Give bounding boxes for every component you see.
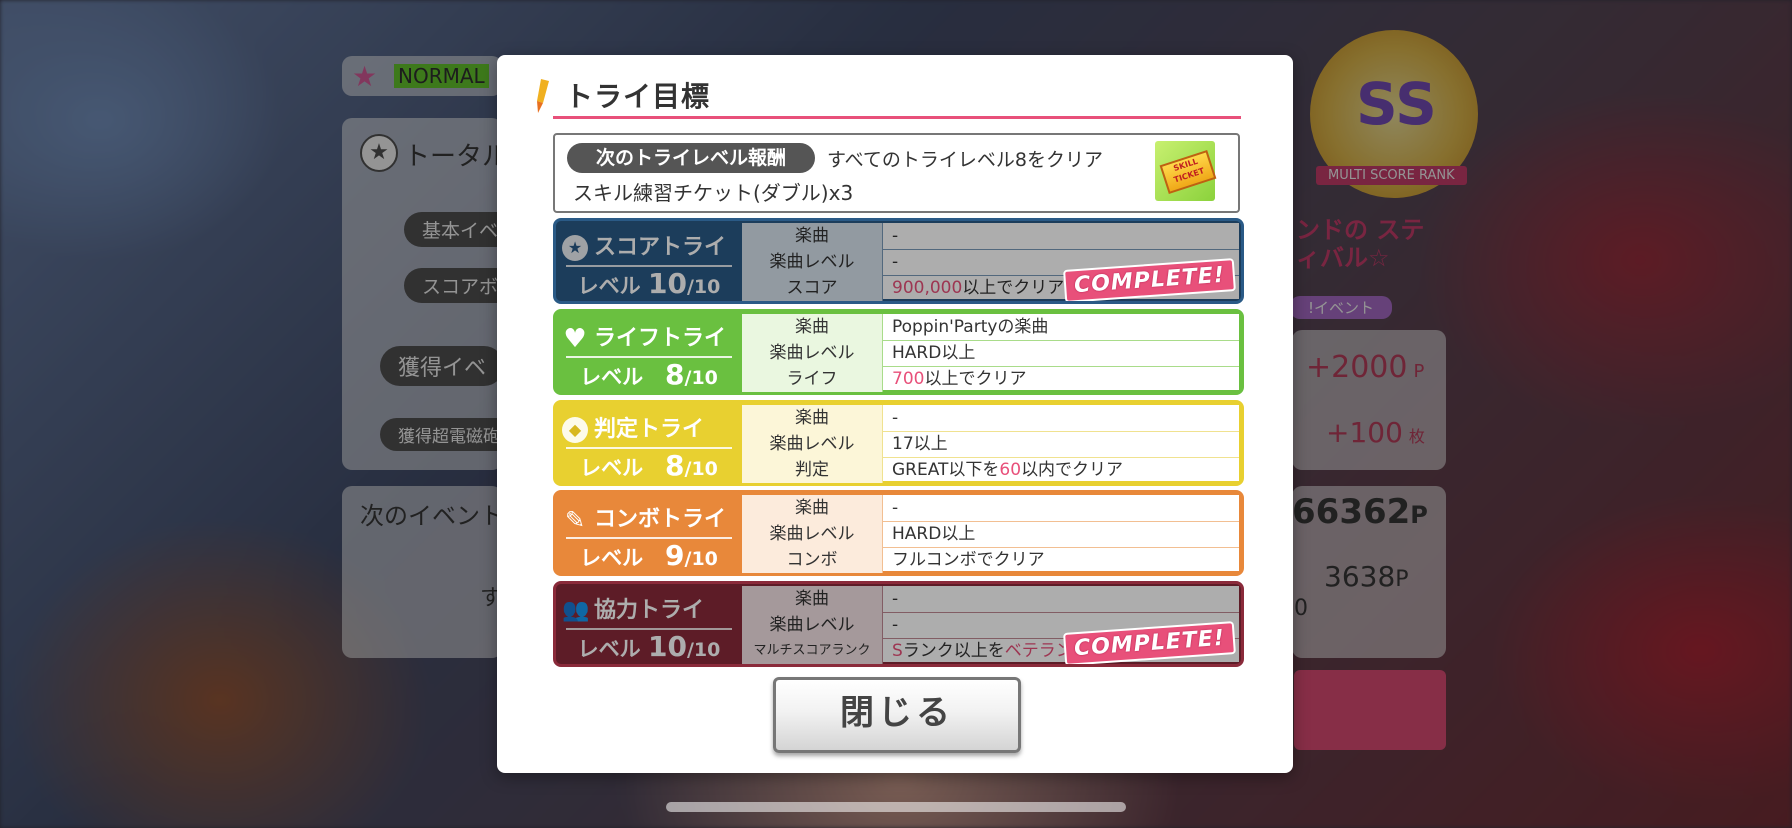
condition-value: HARD以上 xyxy=(892,343,976,363)
condition-key: 判定 xyxy=(742,457,883,483)
condition-value: HARD以上 xyxy=(892,524,976,544)
condition-value: 700以上でクリア xyxy=(892,369,1027,389)
try-level: レベル 8/10 xyxy=(556,358,742,391)
ticket-text: SKILL TICKET xyxy=(1159,150,1217,194)
judge-try: ◆ 判定トライ レベル 8/10 楽曲 - 楽曲レベル 17以上 判定 GREAT以下を… xyxy=(553,400,1244,486)
score-try: ★ スコアトライ レベル 10/10 楽曲 - 楽曲レベル - スコア 900,000以… xyxy=(553,218,1244,304)
modal-title: トライ目標 xyxy=(565,80,711,113)
condition-key: ライフ xyxy=(742,366,883,392)
reward-label: 次のトライレベル報酬 xyxy=(567,143,815,173)
heart-icon: ♥ xyxy=(563,324,587,354)
condition-value: 17以上 xyxy=(892,434,948,454)
condition-value: フルコンボでクリア xyxy=(892,550,1045,570)
diamond-icon: ◆ xyxy=(562,417,588,443)
condition-row: 判定 GREAT以下を60以内でクリア xyxy=(742,457,1239,483)
level-value: 8 xyxy=(665,358,685,391)
condition-value: Poppin'Partyの楽曲 xyxy=(892,317,1049,337)
condition-row: コンボ フルコンボでクリア xyxy=(742,547,1239,573)
condition-value: - xyxy=(892,408,899,428)
condition-key: 楽曲レベル xyxy=(742,431,883,457)
try-header: ✎ コンボトライ レベル 9/10 xyxy=(556,493,742,573)
reward-box: 次のトライレベル報酬 すべてのトライレベル8をクリア スキル練習チケット(ダブル… xyxy=(553,133,1240,213)
try-level: レベル 9/10 xyxy=(556,539,742,572)
level-max: /10 xyxy=(684,367,718,389)
try-conditions: 楽曲 - 楽曲レベル HARD以上 コンボ フルコンボでクリア xyxy=(742,495,1239,573)
level-value: 9 xyxy=(665,539,685,572)
try-conditions: 楽曲 Poppin'Partyの楽曲 楽曲レベル HARD以上 ライフ 700以上でク… xyxy=(742,314,1239,392)
condition-value: - xyxy=(892,498,899,518)
try-name: ♥ ライフトライ xyxy=(562,320,734,352)
condition-row: 楽曲 Poppin'Partyの楽曲 xyxy=(742,314,1239,341)
level-max: /10 xyxy=(684,548,718,570)
level-value: 8 xyxy=(665,449,685,482)
coop-try: 👥 協力トライ レベル 10/10 楽曲 - 楽曲レベル - マルチスコアランク Sラン… xyxy=(553,581,1244,667)
try-name-label: コンボトライ xyxy=(594,507,727,532)
level-max: /10 xyxy=(684,458,718,480)
condition-key: コンボ xyxy=(742,547,883,573)
level-prefix: レベル xyxy=(580,546,644,570)
pen-icon xyxy=(537,79,549,113)
condition-row: 楽曲 - xyxy=(742,495,1239,522)
reward-item: スキル練習チケット(ダブル)x3 xyxy=(573,181,854,205)
pen-icon: ✎ xyxy=(564,506,586,534)
title-underline xyxy=(553,116,1241,119)
condition-key: 楽曲レベル xyxy=(742,340,883,366)
try-header: ♥ ライフトライ レベル 8/10 xyxy=(556,312,742,392)
condition-key: 楽曲 xyxy=(742,495,883,521)
try-conditions: 楽曲 - 楽曲レベル 17以上 判定 GREAT以下を60以内でクリア xyxy=(742,405,1239,483)
life-try: ♥ ライフトライ レベル 8/10 楽曲 Poppin'Partyの楽曲 楽曲レベル… xyxy=(553,309,1244,395)
try-level: レベル 8/10 xyxy=(556,449,742,482)
close-button[interactable]: 閉じる xyxy=(773,677,1021,753)
condition-row: 楽曲レベル HARD以上 xyxy=(742,521,1239,548)
level-prefix: レベル xyxy=(580,365,644,389)
condition-value: GREAT以下を60以内でクリア xyxy=(892,460,1124,480)
level-prefix: レベル xyxy=(580,456,644,480)
home-indicator[interactable] xyxy=(666,802,1126,812)
try-name: ✎ コンボトライ xyxy=(562,501,734,533)
try-goal-modal: トライ目標 次のトライレベル報酬 すべてのトライレベル8をクリア スキル練習チケ… xyxy=(497,55,1293,773)
condition-row: 楽曲レベル 17以上 xyxy=(742,431,1239,458)
skill-ticket-icon: SKILL TICKET xyxy=(1155,141,1217,201)
condition-key: 楽曲 xyxy=(742,314,883,340)
try-header: ◆ 判定トライ レベル 8/10 xyxy=(556,403,742,483)
try-name: ◆ 判定トライ xyxy=(562,411,734,443)
reward-condition: すべてのトライレベル8をクリア xyxy=(827,149,1103,171)
condition-row: 楽曲レベル HARD以上 xyxy=(742,340,1239,367)
combo-try: ✎ コンボトライ レベル 9/10 楽曲 - 楽曲レベル HARD以上 コンボ フルコン… xyxy=(553,490,1244,576)
condition-key: 楽曲 xyxy=(742,405,883,431)
condition-row: ライフ 700以上でクリア xyxy=(742,366,1239,392)
try-name-label: 判定トライ xyxy=(594,417,705,442)
condition-row: 楽曲 - xyxy=(742,405,1239,432)
modal-header: トライ目標 xyxy=(535,75,1263,115)
condition-key: 楽曲レベル xyxy=(742,521,883,547)
try-name-label: ライフトライ xyxy=(594,326,727,351)
